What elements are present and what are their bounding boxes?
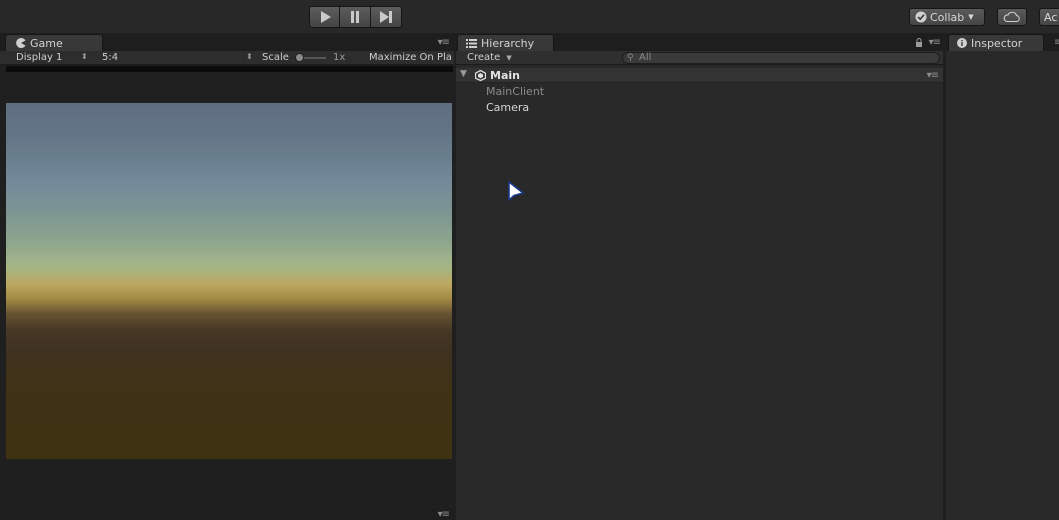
- chevron-down-icon: ▼: [968, 13, 974, 21]
- create-dropdown[interactable]: Create ▼: [467, 52, 512, 63]
- pause-button[interactable]: [340, 6, 371, 28]
- game-panel-menu-icon[interactable]: ▾≡: [438, 37, 450, 48]
- hierarchy-panel: Hierarchy ▾≡ Create ▼ ▼ Main ▾≡ MainClie…: [456, 33, 943, 520]
- expand-arrow-icon[interactable]: ▼: [460, 69, 467, 79]
- account-button[interactable]: Ac: [1039, 8, 1059, 26]
- chevron-down-icon: ▼: [506, 54, 512, 62]
- cloud-icon: [1003, 11, 1020, 23]
- info-icon: [957, 38, 967, 48]
- updown-icon: ⬍: [246, 52, 253, 61]
- scene-menu-icon[interactable]: ▾≡: [927, 70, 939, 81]
- game-tab-bar: Game ▾≡: [0, 33, 454, 51]
- game-view-toolbar: Display 1 ⬍ 5:4 ⬍ Scale 1x Maximize On P…: [0, 51, 454, 65]
- lock-icon[interactable]: [915, 37, 923, 50]
- play-button[interactable]: [309, 6, 340, 28]
- search-icon: ⚲: [627, 53, 634, 63]
- tab-hierarchy[interactable]: Hierarchy: [457, 34, 554, 51]
- scene-row[interactable]: ▼ Main ▾≡: [456, 68, 943, 83]
- step-icon: [380, 11, 392, 23]
- tab-inspector[interactable]: Inspector: [948, 34, 1044, 51]
- game-view-render[interactable]: [6, 103, 452, 459]
- hierarchy-tab-bar: Hierarchy ▾≡: [456, 33, 943, 51]
- tab-game-label: Game: [30, 36, 63, 50]
- pacman-icon: [16, 38, 26, 48]
- scale-label: Scale: [262, 52, 289, 63]
- tab-hierarchy-label: Hierarchy: [481, 36, 535, 50]
- tab-game[interactable]: Game: [5, 34, 103, 51]
- display-value: Display 1: [16, 52, 63, 63]
- hierarchy-item[interactable]: Camera: [456, 100, 943, 115]
- checkmark-icon: [915, 11, 927, 23]
- aspect-value: 5:4: [102, 52, 119, 63]
- unity-editor-window: Collab ▼ Ac Game ▾≡ Display 1 ⬍ 5:4 ⬍ Sc…: [0, 0, 1059, 520]
- aspect-dropdown[interactable]: 5:4 ⬍: [96, 52, 256, 63]
- hierarchy-item[interactable]: MainClient: [456, 84, 943, 99]
- mouse-cursor-icon: [508, 181, 524, 201]
- account-label: Ac: [1044, 10, 1058, 24]
- tab-inspector-label: Inspector: [971, 36, 1023, 50]
- collab-label: Collab: [930, 10, 965, 24]
- step-button[interactable]: [371, 6, 402, 28]
- cloud-button[interactable]: [997, 8, 1027, 26]
- inspector-panel-menu-icon[interactable]: ≡: [1054, 37, 1059, 48]
- updown-icon: ⬍: [81, 52, 88, 61]
- scene-name: Main: [490, 69, 520, 82]
- hierarchy-search-input[interactable]: ⚲ All: [622, 52, 940, 64]
- playback-controls: [309, 6, 403, 28]
- search-placeholder: All: [639, 52, 652, 63]
- hierarchy-panel-menu-icon[interactable]: ▾≡: [929, 37, 941, 48]
- unity-scene-icon: [475, 70, 486, 81]
- game-view-letterbox-top: [6, 72, 453, 104]
- collab-button[interactable]: Collab ▼: [909, 8, 985, 26]
- hierarchy-item-label: MainClient: [486, 85, 545, 98]
- maximize-on-play-toggle[interactable]: Maximize On Pla: [369, 52, 454, 63]
- main-toolbar: Collab ▼ Ac: [0, 0, 1059, 33]
- display-dropdown[interactable]: Display 1 ⬍: [11, 52, 93, 63]
- play-icon: [320, 11, 331, 23]
- scale-slider-thumb[interactable]: [295, 53, 304, 62]
- inspector-panel: Inspector ≡: [946, 33, 1059, 520]
- scale-value: 1x: [333, 52, 346, 63]
- game-panel-bottom-bar: ▾≡: [0, 509, 454, 520]
- list-icon: [466, 38, 477, 48]
- pause-icon: [351, 11, 359, 23]
- create-label: Create: [467, 52, 501, 63]
- bottom-panel-menu-icon[interactable]: ▾≡: [438, 509, 450, 520]
- hierarchy-item-label: Camera: [486, 101, 530, 114]
- inspector-tab-bar: Inspector ≡: [946, 33, 1059, 51]
